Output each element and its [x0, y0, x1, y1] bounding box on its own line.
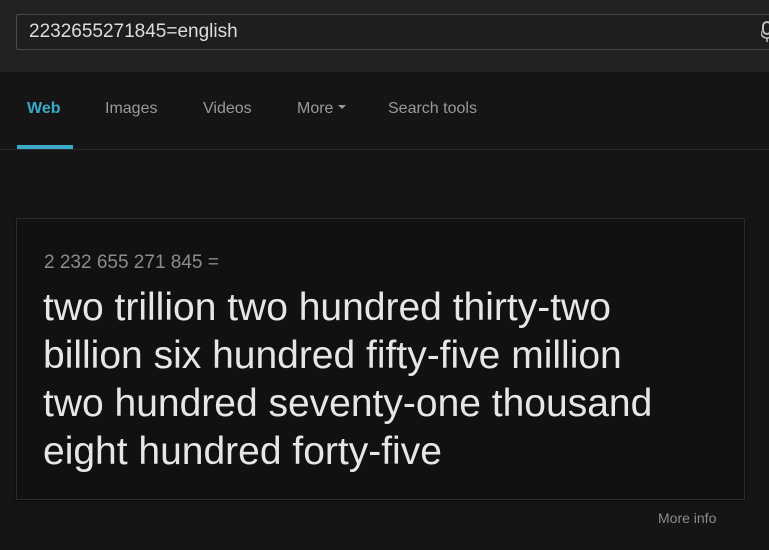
search-header — [0, 0, 769, 72]
answer-expression: 2 232 655 271 845 = — [44, 252, 219, 273]
active-tab-indicator — [17, 145, 73, 149]
answer-result-line: two trillion two hundred thirty-two — [43, 286, 611, 329]
answer-result-line: two hundred seventy-one thousand — [43, 382, 653, 425]
tab-more[interactable]: More — [297, 100, 347, 118]
tab-web[interactable]: Web — [27, 100, 60, 118]
tab-search-tools[interactable]: Search tools — [388, 100, 477, 118]
search-input[interactable] — [29, 15, 749, 49]
answer-result-line: eight hundred forty-five — [43, 430, 442, 473]
answer-result-line: billion six hundred fifty-five million — [43, 334, 622, 377]
tab-videos[interactable]: Videos — [203, 100, 252, 118]
search-box[interactable] — [16, 14, 769, 50]
answer-result: two trillion two hundred thirty-two bill… — [43, 284, 733, 476]
tab-images[interactable]: Images — [105, 100, 157, 118]
more-info-link[interactable]: More info — [658, 510, 716, 526]
tab-more-label: More — [297, 100, 334, 117]
microphone-icon[interactable] — [761, 21, 769, 43]
calculator-answer-card: 2 232 655 271 845 = two trillion two hun… — [16, 218, 745, 500]
chevron-down-icon — [338, 104, 347, 109]
search-tabs: Web Images Videos More Search tools — [0, 72, 769, 150]
